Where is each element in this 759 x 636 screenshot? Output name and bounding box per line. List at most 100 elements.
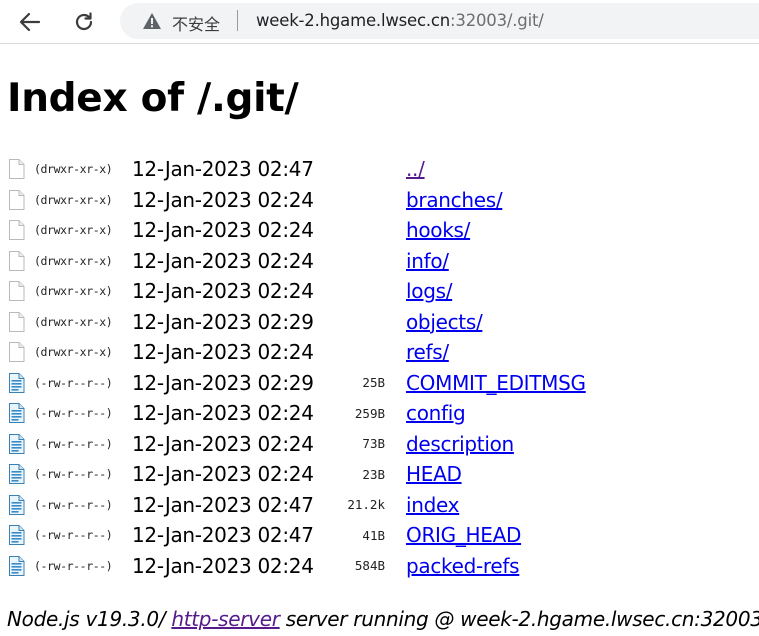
entry-link[interactable]: config xyxy=(406,401,466,425)
page-title: Index of /.git/ xyxy=(7,76,299,121)
listing-row: (drwxr-xr-x) 12-Jan-2023 02:29 objects/ xyxy=(8,307,586,338)
url-text[interactable]: week-2.hgame.lwsec.cn:32003/.git/ xyxy=(256,11,544,30)
entry-size xyxy=(317,337,406,368)
entry-link[interactable]: hooks/ xyxy=(406,218,470,242)
entry-size xyxy=(317,246,406,277)
entry-link[interactable]: COMMIT_EDITMSG xyxy=(406,371,586,395)
entry-size xyxy=(317,307,406,338)
entry-date: 12-Jan-2023 02:24 xyxy=(132,218,314,243)
listing-row: (drwxr-xr-x) 12-Jan-2023 02:24 logs/ xyxy=(8,276,586,307)
entry-link[interactable]: packed-refs xyxy=(406,554,520,578)
folder-icon xyxy=(8,342,34,363)
entry-date: 12-Jan-2023 02:47 xyxy=(132,157,314,182)
footer-prefix: Node.js v19.3.0/ xyxy=(7,607,172,631)
entry-size: 21.2k xyxy=(347,497,385,513)
entry-size: 73B xyxy=(362,436,385,452)
listing-row: (-rw-r--r--) 12-Jan-2023 02:47 21.2k index xyxy=(8,490,586,521)
entry-size xyxy=(317,154,406,185)
listing-row: (drwxr-xr-x) 12-Jan-2023 02:24 info/ xyxy=(8,246,586,277)
listing-row: (-rw-r--r--) 12-Jan-2023 02:24 23B HEAD xyxy=(8,459,586,490)
file-icon xyxy=(8,525,34,546)
http-server-link[interactable]: http-server xyxy=(171,607,280,631)
entry-permissions: (-rw-r--r--) xyxy=(34,528,113,543)
entry-date: 12-Jan-2023 02:29 xyxy=(132,370,314,395)
browser-toolbar: 不安全 week-2.hgame.lwsec.cn:32003/.git/ xyxy=(0,0,759,44)
entry-date: 12-Jan-2023 02:24 xyxy=(132,401,314,426)
entry-permissions: (-rw-r--r--) xyxy=(34,436,113,451)
listing-row: (-rw-r--r--) 12-Jan-2023 02:24 259B config xyxy=(8,398,586,429)
not-secure-label[interactable]: 不安全 xyxy=(172,11,220,35)
entry-permissions: (-rw-r--r--) xyxy=(34,497,113,512)
address-separator xyxy=(237,10,238,31)
folder-icon xyxy=(8,311,34,332)
entry-size: 584B xyxy=(354,558,385,574)
folder-icon xyxy=(8,189,34,210)
back-arrow-icon xyxy=(19,12,41,32)
entry-size: 23B xyxy=(362,466,385,482)
file-icon xyxy=(8,403,34,424)
entry-size xyxy=(317,215,406,246)
listing-row: (-rw-r--r--) 12-Jan-2023 02:47 41B ORIG_HEA… xyxy=(8,520,586,551)
folder-icon xyxy=(8,159,34,180)
entry-size xyxy=(317,185,406,216)
entry-date: 12-Jan-2023 02:24 xyxy=(132,462,314,487)
entry-date: 12-Jan-2023 02:24 xyxy=(132,431,314,456)
entry-link[interactable]: branches/ xyxy=(406,188,503,212)
file-icon xyxy=(8,494,34,515)
entry-link[interactable]: objects/ xyxy=(406,310,483,334)
entry-date: 12-Jan-2023 02:29 xyxy=(132,309,314,334)
folder-icon xyxy=(8,220,34,241)
entry-link[interactable]: logs/ xyxy=(406,279,452,303)
entry-link[interactable]: description xyxy=(406,432,514,456)
listing-row: (-rw-r--r--) 12-Jan-2023 02:24 73B descript… xyxy=(8,429,586,460)
entry-link[interactable]: index xyxy=(406,493,460,517)
entry-permissions: (-rw-r--r--) xyxy=(34,558,113,573)
server-footer: Node.js v19.3.0/ http-server server runn… xyxy=(7,607,759,631)
entry-size: 25B xyxy=(362,375,385,391)
listing-row: (drwxr-xr-x) 12-Jan-2023 02:24 refs/ xyxy=(8,337,586,368)
entry-link[interactable]: ../ xyxy=(406,157,425,181)
file-icon xyxy=(8,464,34,485)
listing-row: (drwxr-xr-x) 12-Jan-2023 02:24 hooks/ xyxy=(8,215,586,246)
entry-date: 12-Jan-2023 02:47 xyxy=(132,492,314,517)
entry-permissions: (drwxr-xr-x) xyxy=(34,284,113,299)
back-button[interactable] xyxy=(14,6,46,38)
entry-permissions: (drwxr-xr-x) xyxy=(34,162,113,177)
entry-date: 12-Jan-2023 02:24 xyxy=(132,340,314,365)
listing-row: (-rw-r--r--) 12-Jan-2023 02:29 25B COMMIT_E… xyxy=(8,368,586,399)
entry-date: 12-Jan-2023 02:24 xyxy=(132,553,314,578)
file-icon xyxy=(8,555,34,576)
entry-link[interactable]: info/ xyxy=(406,249,449,273)
entry-permissions: (drwxr-xr-x) xyxy=(34,345,113,360)
reload-button[interactable] xyxy=(68,6,100,38)
folder-icon xyxy=(8,250,34,271)
listing-row: (drwxr-xr-x) 12-Jan-2023 02:24 branches/ xyxy=(8,185,586,216)
footer-suffix: server running @ week-2.hgame.lwsec.cn:3… xyxy=(279,607,759,631)
entry-date: 12-Jan-2023 02:47 xyxy=(132,523,314,548)
entry-link[interactable]: ORIG_HEAD xyxy=(406,523,521,547)
file-icon xyxy=(8,372,34,393)
listing-row: (-rw-r--r--) 12-Jan-2023 02:24 584B packed-… xyxy=(8,551,586,582)
entry-size xyxy=(317,276,406,307)
entry-date: 12-Jan-2023 02:24 xyxy=(132,248,314,273)
entry-size: 41B xyxy=(362,527,385,543)
entry-link[interactable]: HEAD xyxy=(406,462,462,486)
entry-permissions: (-rw-r--r--) xyxy=(34,467,113,482)
entry-permissions: (drwxr-xr-x) xyxy=(34,314,113,329)
listing-row: (drwxr-xr-x) 12-Jan-2023 02:47 ../ xyxy=(8,154,586,185)
entry-size: 259B xyxy=(354,405,385,421)
entry-permissions: (drwxr-xr-x) xyxy=(34,253,113,268)
reload-icon xyxy=(75,12,93,31)
entry-date: 12-Jan-2023 02:24 xyxy=(132,279,314,304)
entry-date: 12-Jan-2023 02:24 xyxy=(132,187,314,212)
entry-permissions: (-rw-r--r--) xyxy=(34,406,113,421)
entry-permissions: (-rw-r--r--) xyxy=(34,375,113,390)
entry-permissions: (drwxr-xr-x) xyxy=(34,192,113,207)
not-secure-warning-icon[interactable] xyxy=(142,12,162,30)
directory-listing: (drwxr-xr-x) 12-Jan-2023 02:47 ../(drwxr-x… xyxy=(8,154,586,581)
address-bar[interactable]: 不安全 week-2.hgame.lwsec.cn:32003/.git/ xyxy=(120,3,759,39)
folder-icon xyxy=(8,281,34,302)
entry-link[interactable]: refs/ xyxy=(406,340,449,364)
entry-permissions: (drwxr-xr-x) xyxy=(34,223,113,238)
url-host: week-2.hgame.lwsec.cn xyxy=(256,11,451,30)
